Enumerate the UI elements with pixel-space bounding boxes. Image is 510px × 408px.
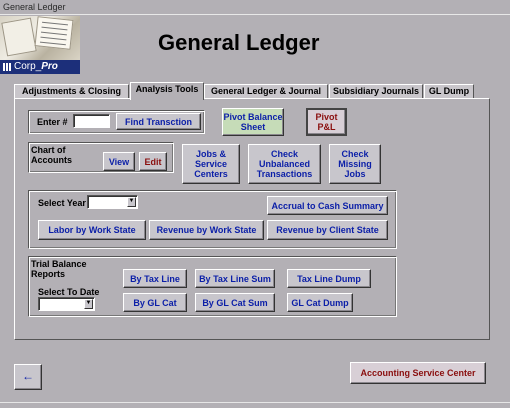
page-title: General Ledger	[158, 30, 320, 55]
check-missing-jobs-button[interactable]: Check Missing Jobs	[329, 144, 381, 184]
select-year-dropdown[interactable]: ▼	[87, 195, 138, 209]
jobs-service-centers-button[interactable]: Jobs & Service Centers	[182, 144, 240, 184]
pivot-pl-button[interactable]: Pivot P&L	[306, 108, 347, 136]
check-unbalanced-transactions-button[interactable]: Check Unbalanced Transactions	[248, 144, 321, 184]
chart-of-accounts-group: Chart of Accounts View Edit	[28, 142, 174, 173]
by-gl-cat-sum-button[interactable]: By GL Cat Sum	[195, 293, 275, 312]
logo-brand-suffix: Pro	[41, 61, 58, 72]
chevron-down-icon[interactable]: ▼	[127, 197, 136, 207]
tab-adjustments-closing[interactable]: Adjustments & Closing	[14, 84, 129, 99]
logo-brand-prefix: Corp_	[14, 61, 42, 72]
view-chart-button[interactable]: View	[103, 152, 135, 171]
back-button[interactable]: ←	[14, 364, 42, 390]
enter-number-label: Enter #	[37, 117, 68, 127]
find-transaction-button[interactable]: Find Transction	[116, 113, 201, 130]
select-to-date-label: Select To Date	[38, 287, 100, 297]
by-gl-cat-button[interactable]: By GL Cat	[123, 293, 187, 312]
tab-analysis-tools[interactable]: Analysis Tools	[130, 82, 204, 100]
pivot-balance-sheet-button[interactable]: Pivot Balance Sheet	[222, 108, 284, 136]
accounting-service-center-button[interactable]: Accounting Service Center	[350, 362, 486, 384]
select-year-label: Select Year	[38, 198, 86, 208]
year-reports-group: Select Year ▼ Accrual to Cash Summary La…	[28, 190, 397, 249]
tab-general-ledger-journal[interactable]: General Ledger & Journal	[204, 84, 328, 99]
logo-paper-graphic	[1, 17, 37, 57]
chart-of-accounts-label: Chart of Accounts	[31, 145, 73, 165]
accrual-to-cash-summary-button[interactable]: Accrual to Cash Summary	[267, 196, 388, 215]
by-tax-line-button[interactable]: By Tax Line	[123, 269, 187, 288]
labor-by-work-state-button[interactable]: Labor by Work State	[38, 220, 146, 240]
window-title: General Ledger	[0, 0, 510, 15]
gl-cat-dump-button[interactable]: GL Cat Dump	[287, 293, 353, 312]
select-to-date-dropdown[interactable]: ▼	[38, 297, 95, 311]
revenue-by-client-state-button[interactable]: Revenue by Client State	[267, 220, 388, 240]
corp-pro-logo: Corp_Pro	[0, 16, 80, 74]
logo-grid-icon	[3, 63, 11, 71]
tab-gl-dump[interactable]: GL Dump	[424, 84, 474, 99]
arrow-left-icon: ←	[22, 369, 34, 383]
trial-balance-reports-label: Trial Balance Reports	[31, 259, 87, 279]
status-bar	[0, 402, 510, 408]
revenue-by-work-state-button[interactable]: Revenue by Work State	[149, 220, 264, 240]
edit-chart-button[interactable]: Edit	[139, 152, 167, 171]
tax-line-dump-button[interactable]: Tax Line Dump	[287, 269, 371, 288]
logo-paper-graphic	[34, 16, 74, 50]
chevron-down-icon[interactable]: ▼	[84, 299, 93, 309]
transaction-number-input[interactable]	[73, 114, 110, 128]
trial-balance-group: Trial Balance Reports Select To Date ▼ B…	[28, 256, 397, 317]
by-tax-line-sum-button[interactable]: By Tax Line Sum	[195, 269, 275, 288]
logo-brand-text: Corp_Pro	[0, 60, 80, 74]
tab-subsidiary-journals[interactable]: Subsidiary Journals	[329, 84, 423, 99]
analysis-tools-panel: Enter # Find Transction Pivot Balance Sh…	[14, 98, 490, 340]
find-transaction-group: Enter # Find Transction	[28, 110, 205, 134]
